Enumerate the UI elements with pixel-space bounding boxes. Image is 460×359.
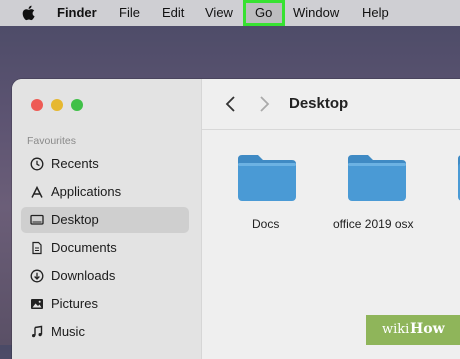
applications-icon [31,185,43,198]
sidebar-item-label: Downloads [51,268,116,283]
minimize-window-button[interactable] [51,99,63,111]
apple-logo-icon[interactable] [21,5,35,21]
desktop-icon [30,214,44,225]
menu-help[interactable]: Help [362,5,389,21]
menu-file[interactable]: File [119,5,140,21]
zoom-window-button[interactable] [71,99,83,111]
watermark-text: wiki [382,322,410,337]
document-icon [32,241,42,255]
menu-bar: Finder File Edit View Go Window Help [0,0,460,26]
clock-icon [30,157,44,171]
chevron-left-icon[interactable] [224,95,238,113]
menu-finder[interactable]: Finder [57,5,97,21]
sidebar-item-label: Applications [51,184,122,199]
sidebar-item-recents[interactable]: Recents [21,151,189,177]
sidebar-item-music[interactable]: Music [21,319,189,345]
wikihow-watermark: wiki How [366,315,460,345]
file-name[interactable]: Docs [252,217,279,231]
download-icon [30,269,44,283]
folder-icon[interactable] [456,153,460,203]
sidebar-item-label: Pictures [51,296,98,311]
sidebar-item-label: Documents [51,240,117,255]
sidebar-item-downloads[interactable]: Downloads [21,263,189,289]
sidebar-item-desktop[interactable]: Desktop [21,207,189,233]
chevron-right-icon[interactable] [257,95,271,113]
favourites-section-title: Favourites [27,135,77,147]
sidebar-item-pictures[interactable]: Pictures [21,291,189,317]
sidebar-item-label: Desktop [51,212,99,227]
sidebar-item-label: Recents [51,156,99,171]
window-title: Desktop [289,95,349,112]
file-name[interactable]: office 2019 osx [333,217,414,231]
watermark-text: How [410,321,445,337]
pictures-icon [31,299,43,309]
music-icon [32,325,43,338]
close-window-button[interactable] [31,99,43,111]
menu-edit[interactable]: Edit [162,5,184,21]
sidebar-item-applications[interactable]: Applications [21,179,189,205]
toolbar: Desktop [202,79,460,130]
menu-view[interactable]: View [205,5,233,21]
sidebar-item-label: Music [51,324,85,339]
sidebar-item-documents[interactable]: Documents [21,235,189,261]
sidebar: Favourites Recents Applications Desktop … [12,79,201,359]
menu-go[interactable]: Go [255,5,272,21]
folder-icon[interactable] [236,153,298,203]
menu-window[interactable]: Window [293,5,339,21]
folder-icon[interactable] [346,153,408,203]
